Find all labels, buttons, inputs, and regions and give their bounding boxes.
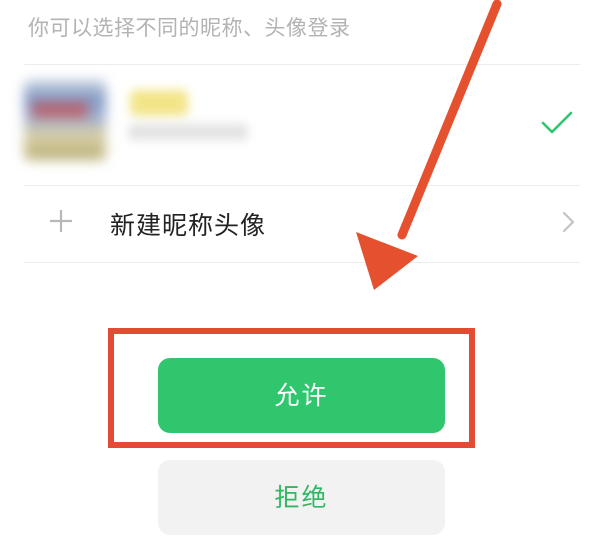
plus-icon <box>50 210 72 232</box>
avatar <box>24 80 106 160</box>
divider <box>24 262 580 263</box>
new-profile-label: 新建昵称头像 <box>110 211 267 240</box>
blurred-nickname <box>130 90 188 116</box>
chevron-right-icon <box>562 211 575 233</box>
authorization-page: 你可以选择不同的昵称、头像登录 新建昵称头像 允许 拒绝 <box>0 0 610 548</box>
divider <box>24 64 580 65</box>
account-option-row[interactable] <box>0 66 610 184</box>
new-profile-row[interactable]: 新建昵称头像 <box>0 186 610 258</box>
deny-button[interactable]: 拒绝 <box>158 460 445 535</box>
allow-button[interactable]: 允许 <box>158 358 445 433</box>
login-hint-text: 你可以选择不同的昵称、头像登录 <box>28 16 351 40</box>
blurred-subtitle <box>128 124 248 140</box>
check-icon <box>541 111 573 134</box>
